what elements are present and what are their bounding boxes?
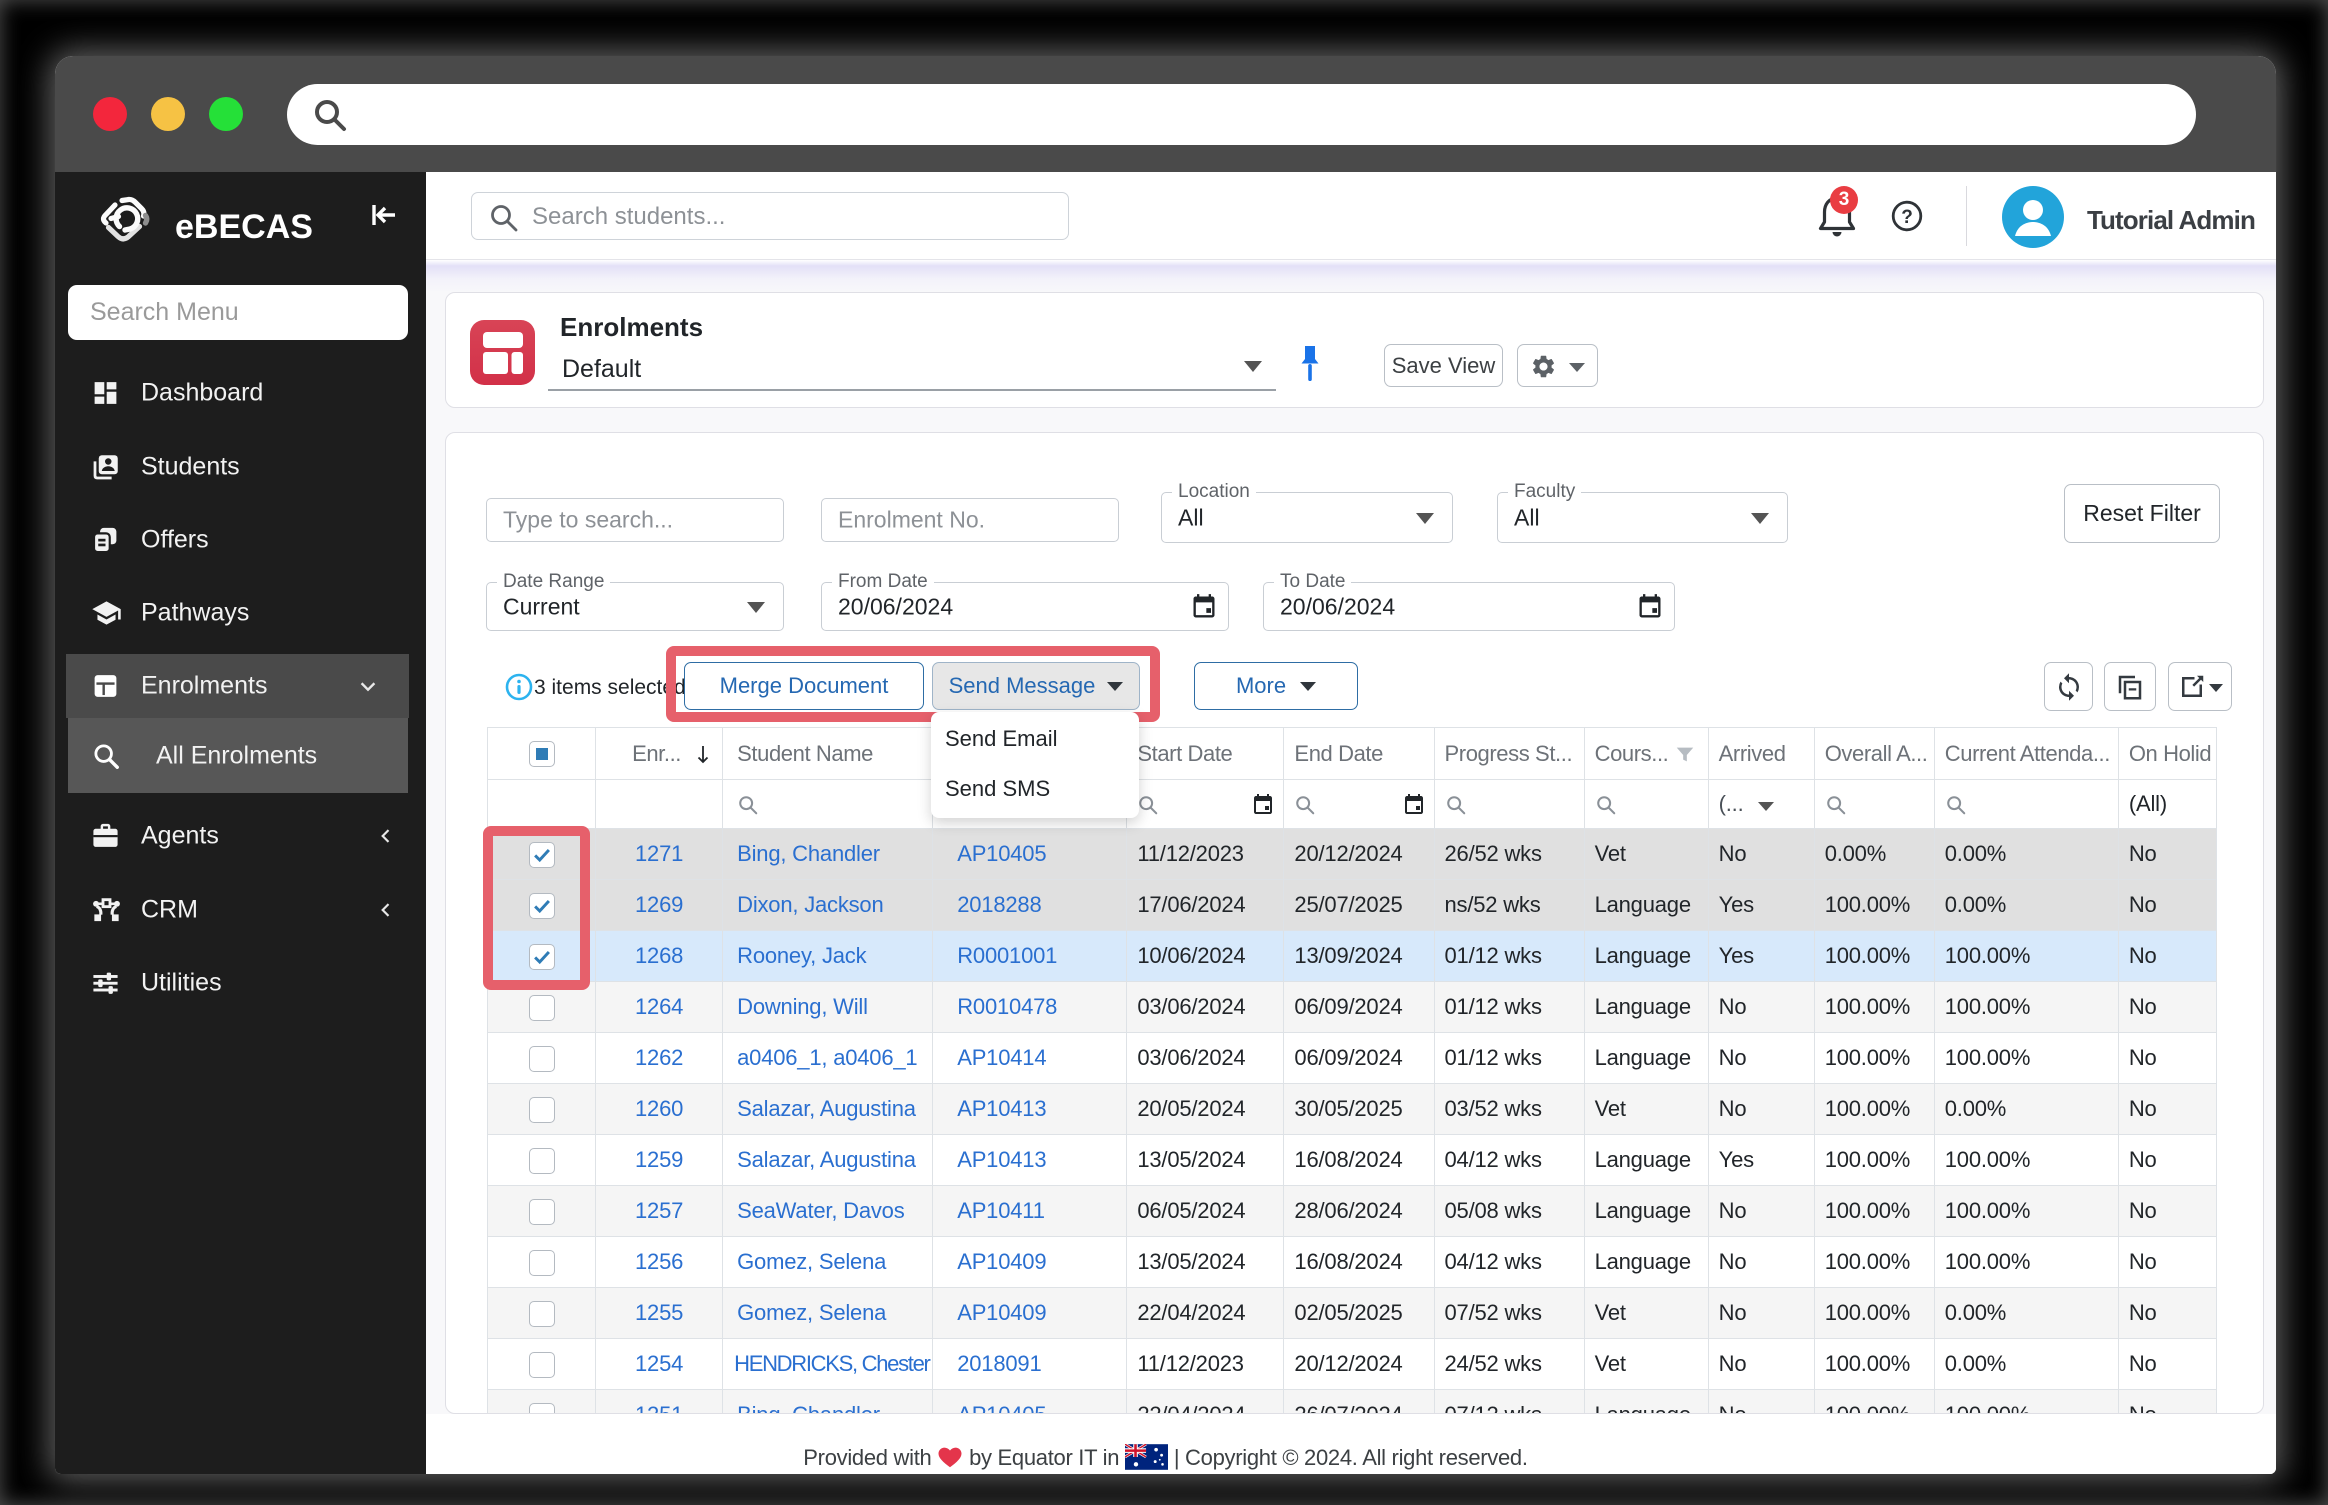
svg-text:?: ?: [1901, 207, 1913, 228]
